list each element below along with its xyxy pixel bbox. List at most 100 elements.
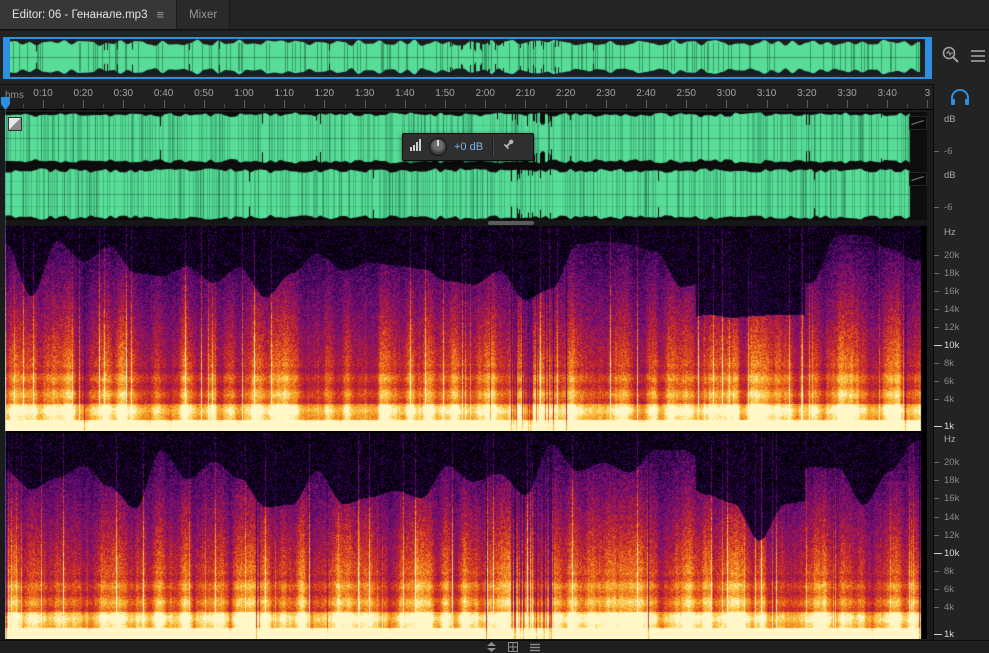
ruler-tick-mark: [806, 100, 808, 108]
ruler-minor-tick: [867, 104, 869, 108]
spectrogram-right-channel[interactable]: [5, 433, 927, 639]
ruler-tick-mark: [887, 100, 889, 108]
ruler-tick-label: 2:40: [636, 88, 656, 99]
hz-scale-tick: [934, 606, 939, 608]
ruler-minor-tick: [907, 104, 909, 108]
hz-scale-tick: [934, 363, 939, 365]
ruler-tick-label: 3:20: [797, 88, 817, 99]
hz-scale-tick: [934, 516, 939, 518]
panel-options-icon[interactable]: [969, 48, 987, 69]
ruler-tick-label: 2:10: [515, 88, 536, 99]
hud-divider: [492, 138, 495, 156]
hz-scale-tick: [934, 273, 939, 275]
ruler-tick-mark: [203, 100, 205, 108]
hz-scale-tick: [934, 462, 939, 464]
ruler-tick-mark: [404, 100, 406, 108]
gain-knob[interactable]: [429, 138, 447, 156]
ruler-tick-label: 0:40: [153, 88, 174, 99]
panel-menu-icon[interactable]: ≡: [156, 7, 164, 22]
ruler-tick-mark: [123, 100, 125, 108]
hz-scale-tick: [934, 480, 939, 482]
horizontal-scrollbar-thumb[interactable]: [488, 221, 534, 225]
ruler-tick-label: 1:40: [395, 88, 415, 99]
hz-scale-label: 6k: [944, 583, 955, 595]
zoom-handle-right[interactable]: [925, 37, 932, 79]
ruler-minor-tick: [585, 104, 587, 108]
hz-scale-tick: [934, 498, 939, 500]
ruler-tick-mark: [284, 100, 286, 108]
ruler-tick-mark: [646, 100, 647, 108]
hz-scale-tick: [934, 426, 942, 427]
zoom-range-bottom-edge[interactable]: [3, 77, 932, 79]
hz-scale-tick: [934, 309, 939, 311]
ruler-minor-tick: [786, 104, 788, 108]
ruler-minor-tick: [465, 104, 467, 108]
hz-scale-label: 6k: [944, 376, 955, 388]
overview-waveform[interactable]: [8, 39, 923, 75]
ruler-minor-tick: [223, 104, 225, 108]
clip-grabber-icon[interactable]: [8, 117, 22, 131]
pin-icon[interactable]: [501, 138, 515, 157]
ruler-minor-tick: [706, 104, 708, 108]
hz-scale-label: 4k: [944, 601, 955, 613]
hz-scale-label: 8k: [944, 565, 955, 577]
hz-scale-unit: Hz: [944, 227, 956, 238]
ruler-tick-mark: [364, 100, 366, 108]
grid-icon[interactable]: [508, 639, 518, 653]
hz-scale-label: 18k: [944, 475, 960, 487]
ruler-tick-label: 1:00: [234, 88, 254, 99]
ruler-tick-label: 3:40: [877, 88, 897, 99]
headphones-icon[interactable]: [949, 87, 971, 112]
hz-scale-tick: [934, 633, 942, 635]
ruler-tick-label: 3:10: [756, 88, 777, 99]
hz-scale-label: 16k: [944, 493, 960, 505]
levels-icon: [410, 138, 422, 156]
ruler-tick-mark: [525, 100, 527, 108]
db-scale-tick: [934, 151, 939, 152]
ruler-tick-label: 2:20: [555, 88, 576, 99]
playhead-line: [5, 110, 6, 639]
fade-handle-icon[interactable]: [909, 172, 927, 186]
ruler-tick-mark: [485, 100, 487, 108]
ruler-tick-label: 0:30: [113, 88, 134, 99]
menu-lines-icon[interactable]: [530, 639, 540, 653]
ruler-minor-tick: [304, 104, 306, 108]
ruler-minor-tick: [143, 104, 145, 108]
waveform-right-channel[interactable]: [5, 168, 927, 220]
ruler-tick-mark: [847, 100, 848, 108]
ruler-tick-mark: [445, 100, 446, 108]
ruler-tick-label: 1:50: [435, 88, 455, 99]
ruler-tick-label: 2:30: [596, 88, 616, 99]
fade-handle-icon[interactable]: [909, 116, 927, 130]
ruler-tick-label: 3:00: [716, 88, 737, 99]
hz-scale-tick: [934, 345, 942, 347]
ruler-tick-mark: [605, 100, 607, 108]
ruler-minor-tick: [103, 104, 105, 108]
ruler-tick-mark: [565, 100, 567, 108]
zoom-handle-left[interactable]: [3, 37, 10, 79]
tab-editor[interactable]: Editor: 06 - Генанале.mp3 ≡: [0, 0, 177, 29]
scroll-arrows-icon[interactable]: [487, 639, 496, 653]
gain-hud[interactable]: +0 dB: [402, 133, 534, 161]
ruler-tick-mark: [43, 100, 44, 108]
ruler-tick-label: 3: [924, 88, 931, 99]
scale-column: dB -6 dB -6 Hz 20k 18k 16k 14k 12k 10k 8k 6k 4k 1k Hz 20…: [933, 84, 989, 640]
ruler-tick-mark: [726, 100, 728, 108]
tab-editor-label: Editor: 06 - Генанале.mp3: [12, 8, 148, 21]
tab-mixer[interactable]: Mixer: [176, 0, 231, 29]
tab-mixer-label: Mixer: [189, 8, 218, 21]
timeline-ruler[interactable]: hms 0:10 0:20 0:30 0:40 0:50 1:00 1:10 1:20 1:30…: [0, 84, 933, 110]
spectrogram-left-channel[interactable]: [5, 226, 927, 431]
db-scale-tick-label: -6: [944, 146, 953, 157]
hz-scale-label: 18k: [944, 268, 960, 280]
hz-scale-label: 4k: [944, 394, 955, 406]
zoom-navigator-icon[interactable]: [941, 45, 961, 70]
hz-scale-label: 20k: [944, 457, 960, 469]
hz-scale-tick: [934, 534, 939, 536]
hz-scale-label: 10k: [944, 547, 960, 559]
ruler-tick-label: 2:50: [676, 88, 696, 99]
ruler-tick-label: 1:30: [354, 88, 375, 99]
ruler-tick-mark: [83, 100, 85, 108]
gain-value[interactable]: +0 dB: [454, 141, 483, 153]
bottom-icons: [487, 639, 540, 653]
